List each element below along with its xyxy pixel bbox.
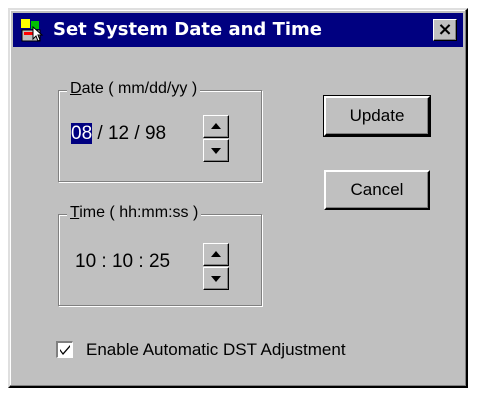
arrow-up-icon [211, 251, 221, 257]
checkmark-icon [60, 345, 70, 355]
arrow-up-icon [211, 123, 221, 129]
close-button[interactable]: × [433, 19, 457, 41]
dst-checkbox-label[interactable]: Enable Automatic DST Adjustment [86, 340, 346, 360]
title-bar[interactable]: Set System Date and Time × [13, 13, 463, 47]
update-button[interactable]: Update [323, 95, 431, 137]
time-field[interactable]: 10 : 10 : 25 [75, 251, 170, 273]
datetime-app-icon [19, 17, 45, 43]
date-spin-up-button[interactable] [203, 115, 229, 138]
dialog-title: Set System Date and Time [53, 19, 322, 40]
time-group-label: Time ( hh:mm:ss ) [67, 204, 202, 222]
arrow-down-icon [211, 276, 221, 282]
close-icon: × [437, 19, 453, 40]
time-group: Time ( hh:mm:ss ) 10 : 10 : 25 [58, 204, 262, 306]
date-group: Date ( mm/dd/yy ) 08 / 12 / 98 [58, 80, 262, 182]
time-spin-up-button[interactable] [203, 243, 229, 266]
date-field[interactable]: 08 / 12 / 98 [71, 123, 166, 145]
set-date-time-dialog: Set System Date and Time × Date ( mm/dd/… [8, 8, 468, 388]
date-group-label: Date ( mm/dd/yy ) [67, 80, 201, 98]
cancel-button[interactable]: Cancel [324, 170, 430, 210]
arrow-down-icon [211, 148, 221, 154]
time-spin-down-button[interactable] [203, 267, 229, 290]
dst-checkbox[interactable] [56, 341, 73, 358]
date-spin-down-button[interactable] [203, 139, 229, 162]
date-month-segment[interactable]: 08 [71, 123, 93, 144]
date-day-year-segment[interactable]: / 12 / 98 [92, 123, 166, 144]
